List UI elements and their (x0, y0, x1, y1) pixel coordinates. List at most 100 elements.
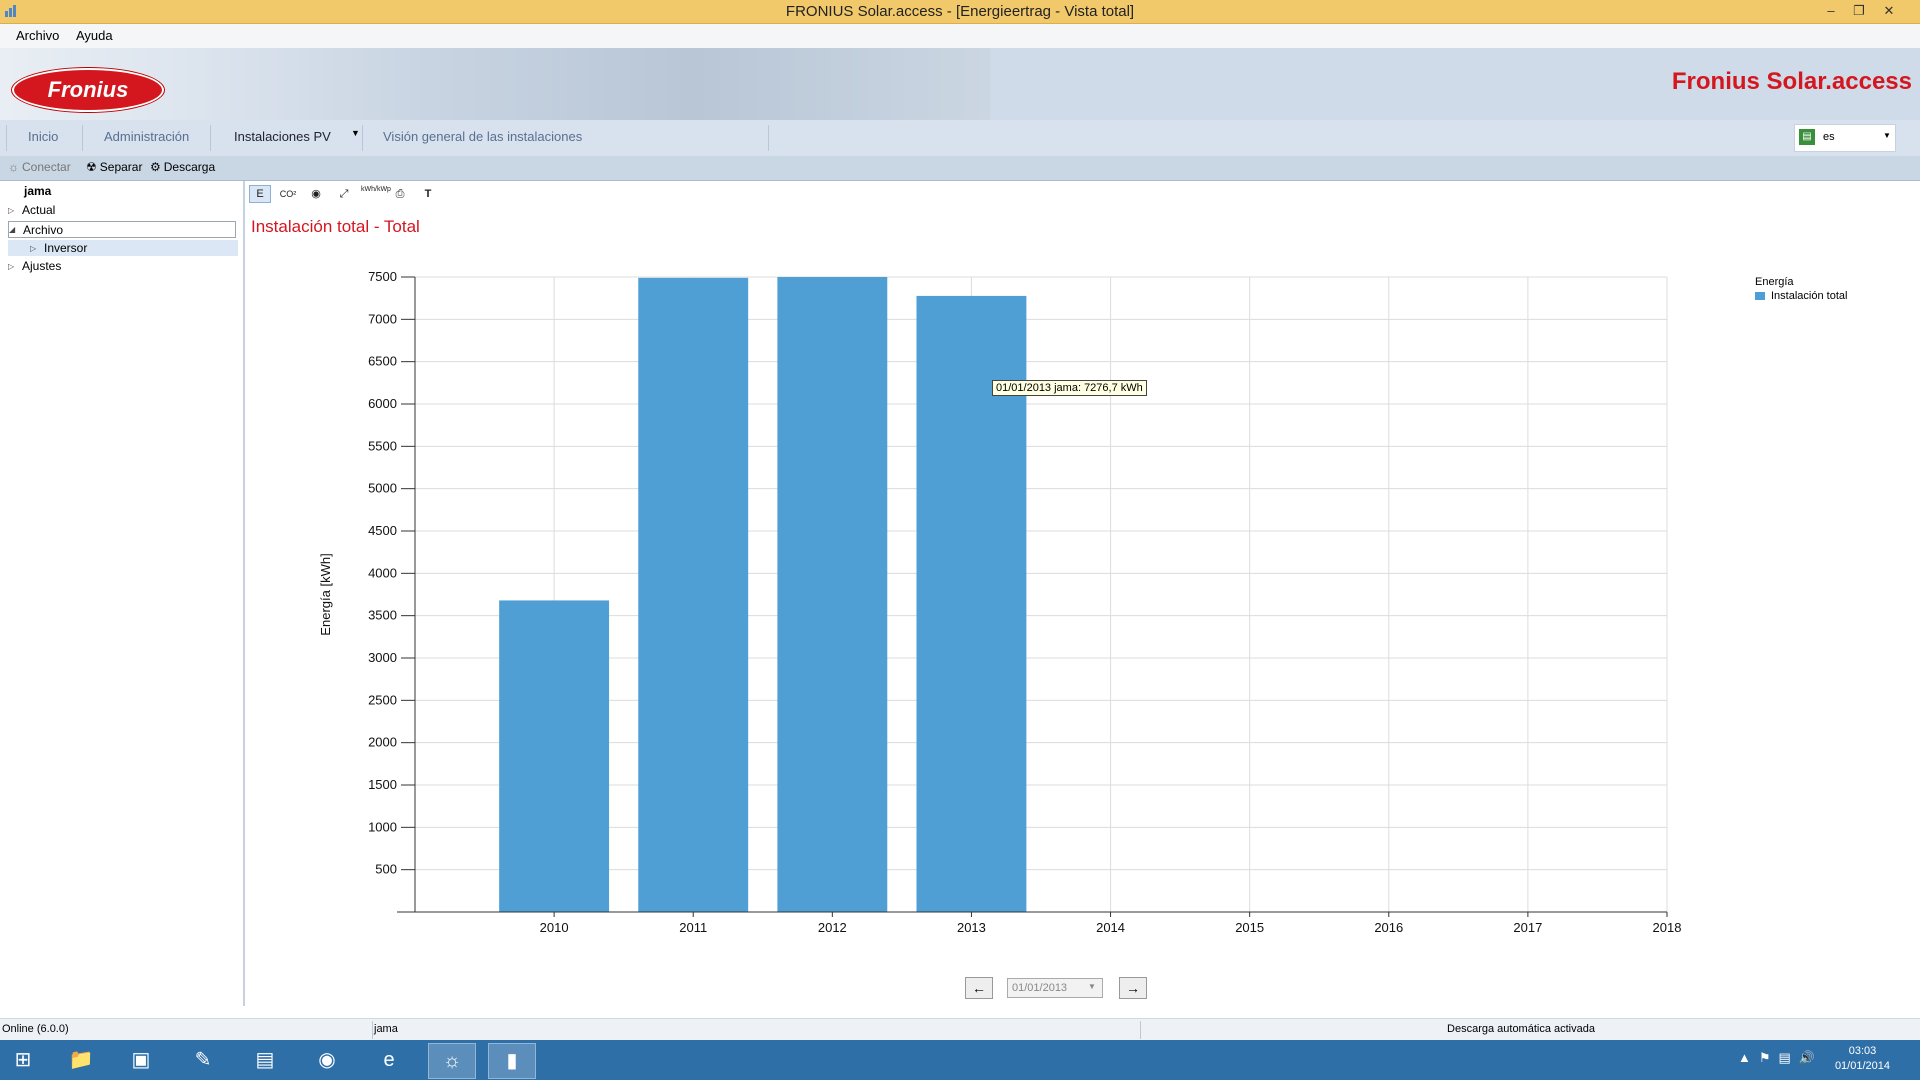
connect-button[interactable]: ☼ Conectar (8, 160, 71, 174)
clock-time: 03:03 (1848, 1045, 1877, 1057)
navigation-tree: jama ▷ Actual ◢ Archivo ▷ Inversor ▷ Ajustes (0, 181, 245, 1006)
arrow-right-icon: → (1126, 980, 1140, 996)
minimize-icon[interactable]: – (1818, 0, 1844, 22)
y-tick-label: 6500 (368, 354, 397, 369)
y-tick-label: 4500 (368, 523, 397, 538)
previous-period-button[interactable]: ← (965, 977, 993, 999)
expand-icon[interactable]: ▷ (8, 206, 18, 215)
x-tick-label: 2015 (1235, 920, 1264, 935)
tree-root[interactable]: jama (24, 184, 51, 198)
y-tick-label: 2000 (368, 735, 397, 750)
menu-bar: Archivo Ayuda (0, 24, 1920, 49)
x-tick-label: 2013 (957, 920, 986, 935)
expand-icon[interactable]: ▷ (8, 262, 18, 271)
y-tick-label: 1000 (368, 819, 397, 834)
chevron-down-icon: ▼ (1088, 982, 1096, 991)
energy-bar-chart: 500 1000 1500 2000 2500 3000 3500 4000 4500 5000 5… (318, 269, 1682, 935)
data-tooltip: 01/01/2013 jama: 7276,7 kWh (992, 380, 1147, 396)
x-tick-label: 2011 (679, 920, 707, 935)
status-download: Descarga automática activada (1447, 1023, 1595, 1035)
paint-icon[interactable]: ✎ (180, 1043, 226, 1077)
action-center-flag-icon[interactable]: ⚑ (1759, 1050, 1771, 1066)
y-axis-label: Energía [kWh] (318, 553, 333, 635)
x-tick-label: 2014 (1096, 920, 1125, 935)
volume-icon[interactable]: 🔊 (1799, 1050, 1815, 1066)
y-tick-label: 6000 (368, 396, 397, 411)
tab-inicio[interactable]: Inicio (28, 129, 58, 144)
status-online: Online (6.0.0) (2, 1023, 69, 1035)
status-installation: jama (374, 1023, 398, 1035)
windows-start-icon[interactable]: ⊞ (0, 1043, 46, 1077)
tree-item-inversor[interactable]: ▷ Inversor (8, 240, 238, 256)
tab-vision-general[interactable]: Visión general de las instalaciones (383, 129, 582, 144)
close-icon[interactable]: ✕ (1876, 0, 1902, 22)
date-select[interactable]: 01/01/2013 ▼ (1007, 978, 1103, 998)
x-tick-label: 2012 (818, 920, 847, 935)
tray-expand-icon[interactable]: ▲ (1738, 1050, 1751, 1066)
download-icon: ⚙ (150, 160, 161, 174)
x-tick-label: 2016 (1374, 920, 1403, 935)
network-icon[interactable]: ▤ (1779, 1050, 1791, 1066)
fronius-logo: Fronius (12, 68, 164, 112)
tree-item-ajustes[interactable]: ▷ Ajustes (8, 259, 61, 273)
taskbar: ⊞ 📁 ▣ ✎ ▤ ◉ e ☼ ▮ ▲ ⚑ ▤ 🔊 03:03 01/01/20… (0, 1040, 1920, 1080)
tree-item-archivo[interactable]: ◢ Archivo (8, 221, 236, 238)
legend-title: Energía (1755, 276, 1794, 288)
restore-icon[interactable]: ❐ (1846, 0, 1872, 22)
tab-bar: Inicio Administración Instalaciones PV ▼… (0, 120, 1920, 157)
chart-panel: E CO² ◉ ⤢ kWh/kWp ⎙ T Instalación total … (245, 181, 1920, 1006)
y-axis-ticks: 500 1000 1500 2000 2500 3000 3500 4000 4500 5000 5… (368, 269, 415, 877)
control-panel-icon[interactable]: ▣ (118, 1043, 164, 1077)
internet-explorer-icon[interactable]: e (366, 1043, 412, 1077)
connection-toolbar: ☼ Conectar ☢ Separar ⚙ Descarga (0, 156, 1920, 181)
x-axis-ticks: 2010 2011 2012 2013 2014 2015 2016 2017 2018 (540, 912, 1682, 935)
x-tick-label: 2017 (1513, 920, 1542, 935)
plug-icon: ☼ (8, 160, 19, 174)
language-select[interactable]: ▤ es ▼ (1794, 124, 1896, 152)
tree-item-actual[interactable]: ▷ Actual (8, 203, 55, 217)
chevron-down-icon: ▼ (1883, 131, 1891, 140)
y-tick-label: 5000 (368, 481, 397, 496)
y-tick-label: 1500 (368, 777, 397, 792)
clock[interactable]: 03:03 01/01/2014 (1835, 1044, 1890, 1074)
window-title: FRONIUS Solar.access - [Energieertrag - … (785, 3, 1135, 20)
title-bar: FRONIUS Solar.access - [Energieertrag - … (0, 0, 1920, 24)
y-tick-label: 7000 (368, 311, 397, 326)
arrow-left-icon: ← (972, 980, 986, 996)
y-tick-label: 500 (375, 862, 397, 877)
download-button[interactable]: ⚙ Descarga (150, 160, 215, 174)
y-tick-label: 3500 (368, 608, 397, 623)
disconnect-button[interactable]: ☢ Separar (86, 160, 142, 174)
legend: Energía Instalación total (1755, 276, 1847, 302)
legend-swatch (1755, 292, 1765, 300)
tab-dropdown-icon[interactable]: ▼ (351, 128, 360, 138)
bar-2010[interactable] (499, 600, 610, 912)
y-tick-label: 7500 (368, 269, 397, 284)
brand-title: Fronius Solar.access (1671, 68, 1912, 95)
chart-bars (499, 277, 1027, 912)
wordpad-icon[interactable]: ▤ (242, 1043, 288, 1077)
unplug-icon: ☢ (86, 160, 97, 174)
y-tick-label: 3000 (368, 650, 397, 665)
header-banner: Fronius Fronius Solar.access (0, 48, 1920, 120)
legend-entry: Instalación total (1755, 290, 1847, 302)
tab-administracion[interactable]: Administración (104, 129, 189, 144)
bar-2012[interactable] (777, 277, 888, 912)
tab-instalaciones-pv[interactable]: Instalaciones PV (234, 129, 331, 144)
menu-ayuda[interactable]: Ayuda (76, 28, 113, 43)
collapse-icon[interactable]: ◢ (9, 225, 19, 234)
language-value: es (1823, 131, 1835, 143)
bar-2011[interactable] (638, 277, 749, 912)
file-explorer-icon[interactable]: 📁 (58, 1043, 104, 1077)
solar-access-taskbar-icon[interactable]: ▮ (488, 1043, 536, 1079)
x-tick-label: 2018 (1653, 920, 1682, 935)
y-tick-label: 2500 (368, 692, 397, 707)
clock-date: 01/01/2014 (1834, 1060, 1890, 1072)
chrome-icon[interactable]: ◉ (304, 1043, 350, 1077)
x-tick-label: 2010 (540, 920, 569, 935)
menu-archivo[interactable]: Archivo (16, 28, 59, 43)
media-app-icon[interactable]: ☼ (428, 1043, 476, 1079)
expand-icon[interactable]: ▷ (30, 244, 40, 253)
next-period-button[interactable]: → (1119, 977, 1147, 999)
y-tick-label: 5500 (368, 438, 397, 453)
